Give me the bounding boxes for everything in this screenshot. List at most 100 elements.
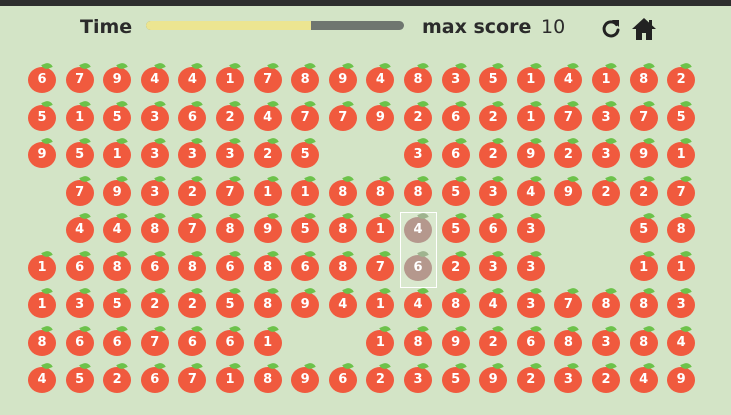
apple-cell[interactable]: 9 xyxy=(102,173,132,206)
apple-cell[interactable]: 9 xyxy=(253,211,283,243)
apple-cell[interactable]: 3 xyxy=(441,61,471,93)
apple-cell[interactable]: 8 xyxy=(140,211,170,243)
apple-cell[interactable]: 5 xyxy=(441,211,471,243)
apple-cell[interactable]: 2 xyxy=(253,136,283,168)
apple-cell[interactable]: 8 xyxy=(629,286,659,318)
apple-cell[interactable]: 2 xyxy=(365,361,395,393)
apple-cell[interactable]: 1 xyxy=(290,173,320,206)
apple-cell[interactable]: 2 xyxy=(403,98,433,131)
apple-cell[interactable]: 3 xyxy=(516,286,546,318)
apple-cell[interactable]: 3 xyxy=(403,136,433,168)
apple-cell[interactable]: 3 xyxy=(591,136,621,168)
apple-cell[interactable]: 4 xyxy=(177,61,207,93)
apple-cell[interactable]: 1 xyxy=(666,248,696,281)
apple-cell[interactable]: 6 xyxy=(215,323,245,356)
apple-cell[interactable]: 4 xyxy=(365,61,395,93)
apple-cell[interactable]: 9 xyxy=(365,98,395,131)
apple-board[interactable]: 6 7 9 4 4 1 7 8 9 4 8 3 5 1 4 1 8 2 5 1 5 3 6 2 4 7 7 9 2 6 2 1 7 3 7 5 9 5 1 3… xyxy=(25,58,705,398)
apple-cell[interactable]: 7 xyxy=(365,248,395,281)
apple-cell[interactable]: 2 xyxy=(478,323,508,356)
apple-cell[interactable]: 8 xyxy=(365,173,395,206)
apple-cell[interactable]: 9 xyxy=(553,173,583,206)
apple-cell[interactable]: 5 xyxy=(629,211,659,243)
apple-cell[interactable]: 7 xyxy=(629,98,659,131)
apple-cell[interactable]: 1 xyxy=(215,361,245,393)
apple-cell[interactable]: 2 xyxy=(591,361,621,393)
home-button[interactable] xyxy=(630,16,656,42)
apple-cell[interactable]: 2 xyxy=(102,361,132,393)
apple-cell[interactable]: 2 xyxy=(553,136,583,168)
apple-cell[interactable]: 4 xyxy=(140,61,170,93)
apple-cell[interactable]: 3 xyxy=(591,323,621,356)
apple-cell[interactable]: 2 xyxy=(441,248,471,281)
apple-cell[interactable]: 8 xyxy=(666,211,696,243)
apple-cell[interactable]: 5 xyxy=(290,211,320,243)
apple-cell[interactable]: 5 xyxy=(27,98,57,131)
apple-cell[interactable]: 4 xyxy=(65,211,95,243)
apple-cell[interactable]: 1 xyxy=(365,323,395,356)
apple-cell[interactable]: 1 xyxy=(591,61,621,93)
apple-cell[interactable]: 9 xyxy=(666,361,696,393)
apple-cell[interactable]: 8 xyxy=(328,173,358,206)
apple-cell[interactable]: 5 xyxy=(65,136,95,168)
apple-cell[interactable]: 3 xyxy=(478,248,508,281)
restart-button[interactable] xyxy=(598,16,624,42)
apple-cell[interactable]: 8 xyxy=(253,286,283,318)
apple-cell[interactable]: 1 xyxy=(102,136,132,168)
apple-cell[interactable]: 5 xyxy=(290,136,320,168)
apple-cell[interactable]: 7 xyxy=(253,61,283,93)
apple-cell[interactable]: 8 xyxy=(553,323,583,356)
apple-cell[interactable]: 2 xyxy=(177,173,207,206)
apple-cell[interactable]: 1 xyxy=(666,136,696,168)
apple-cell[interactable]: 5 xyxy=(441,173,471,206)
apple-cell[interactable]: 1 xyxy=(27,286,57,318)
apple-cell[interactable]: 5 xyxy=(215,286,245,318)
apple-cell[interactable]: 7 xyxy=(65,61,95,93)
apple-cell[interactable]: 8 xyxy=(328,248,358,281)
apple-cell[interactable]: 1 xyxy=(27,248,57,281)
apple-cell[interactable]: 9 xyxy=(290,361,320,393)
apple-cell[interactable]: 7 xyxy=(140,323,170,356)
apple-cell[interactable]: 7 xyxy=(328,98,358,131)
apple-cell[interactable]: 6 xyxy=(290,248,320,281)
apple-cell[interactable]: 7 xyxy=(177,361,207,393)
apple-cell[interactable]: 6 xyxy=(140,248,170,281)
apple-cell[interactable]: 2 xyxy=(591,173,621,206)
apple-cell[interactable]: 4 xyxy=(102,211,132,243)
apple-cell[interactable]: 3 xyxy=(478,173,508,206)
apple-cell[interactable]: 8 xyxy=(629,61,659,93)
apple-cell[interactable]: 1 xyxy=(253,173,283,206)
apple-cell[interactable]: 5 xyxy=(478,61,508,93)
apple-cell[interactable]: 6 xyxy=(177,98,207,131)
apple-cell[interactable]: 9 xyxy=(516,136,546,168)
apple-cell[interactable]: 2 xyxy=(140,286,170,318)
apple-cell[interactable]: 8 xyxy=(102,248,132,281)
apple-cell[interactable]: 8 xyxy=(441,286,471,318)
apple-cell[interactable]: 7 xyxy=(177,211,207,243)
apple-cell[interactable]: 3 xyxy=(215,136,245,168)
apple-cell[interactable]: 8 xyxy=(177,248,207,281)
apple-cell[interactable]: 3 xyxy=(65,286,95,318)
apple-cell[interactable]: 8 xyxy=(215,211,245,243)
apple-cell[interactable]: 2 xyxy=(478,98,508,131)
apple-cell[interactable]: 6 xyxy=(441,136,471,168)
apple-cell[interactable]: 7 xyxy=(290,98,320,131)
apple-cell[interactable]: 2 xyxy=(478,136,508,168)
apple-cell[interactable]: 2 xyxy=(629,173,659,206)
apple-cell[interactable]: 5 xyxy=(65,361,95,393)
apple-cell[interactable]: 2 xyxy=(177,286,207,318)
apple-cell[interactable]: 6 xyxy=(516,323,546,356)
apple-cell[interactable]: 8 xyxy=(328,211,358,243)
apple-cell[interactable]: 1 xyxy=(629,248,659,281)
apple-cell[interactable]: 8 xyxy=(629,323,659,356)
apple-cell[interactable]: 7 xyxy=(553,286,583,318)
apple-cell[interactable]: 9 xyxy=(328,61,358,93)
apple-cell[interactable]: 3 xyxy=(666,286,696,318)
apple-cell[interactable]: 3 xyxy=(140,136,170,168)
apple-cell[interactable]: 3 xyxy=(516,248,546,281)
apple-cell[interactable]: 3 xyxy=(177,136,207,168)
apple-cell[interactable]: 3 xyxy=(403,361,433,393)
apple-cell[interactable]: 6 xyxy=(140,361,170,393)
apple-cell[interactable]: 1 xyxy=(65,98,95,131)
apple-cell[interactable]: 8 xyxy=(591,286,621,318)
